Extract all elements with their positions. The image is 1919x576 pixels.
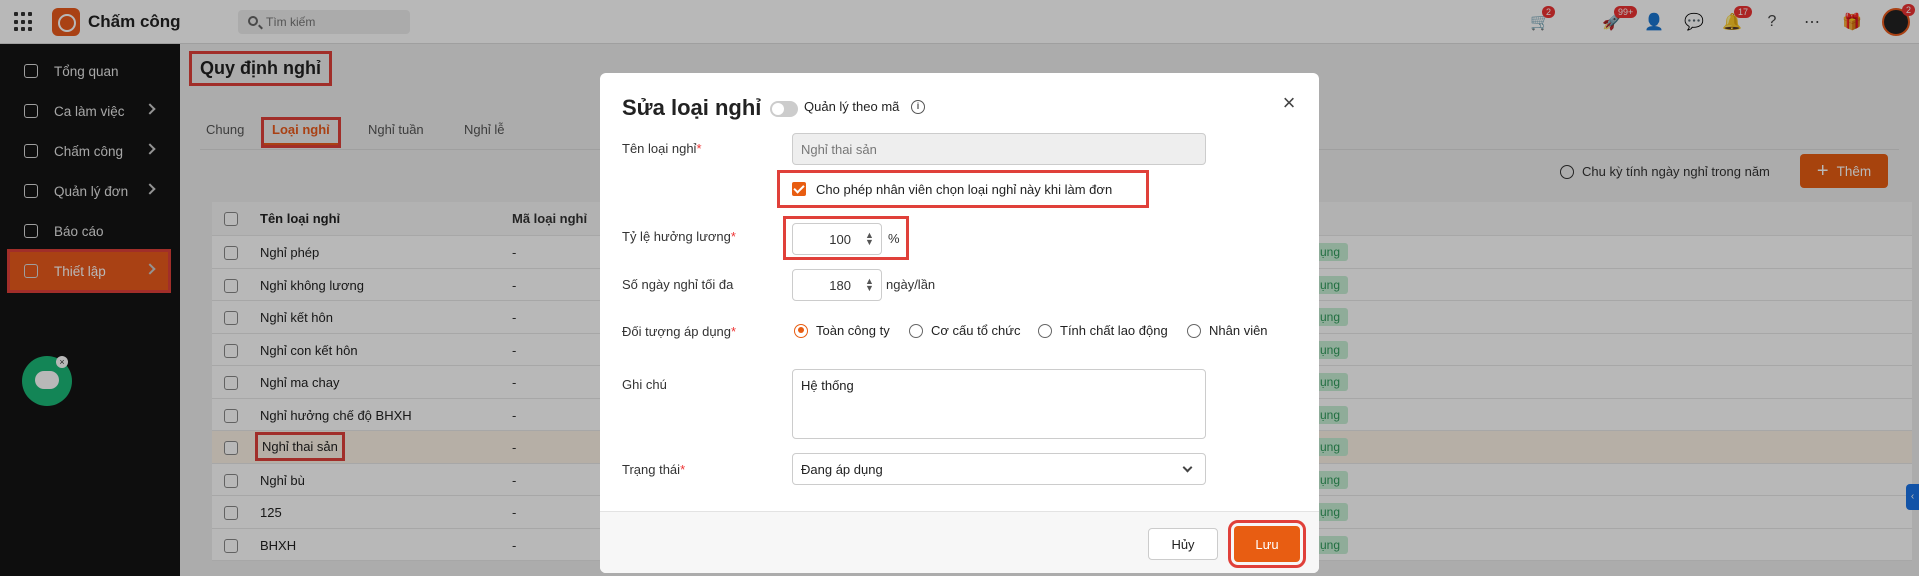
allow-employee-checkbox[interactable]: Cho phép nhân viên chọn loại nghỉ này kh… (777, 170, 1149, 208)
name-field-label: Tên loại nghỉ* (622, 141, 702, 156)
rate-unit: % (888, 231, 900, 246)
manage-by-code-toggle[interactable] (770, 101, 798, 117)
note-textarea[interactable]: Hệ thống (792, 369, 1206, 439)
checkbox-checked-icon (792, 182, 806, 196)
allow-employee-label: Cho phép nhân viên chọn loại nghỉ này kh… (816, 181, 1113, 197)
radio-icon (794, 323, 808, 338)
save-button[interactable]: Lưu (1228, 520, 1306, 568)
edit-leave-type-modal: Sửa loại nghỉ Quản lý theo mã i × Tên lo… (600, 73, 1319, 573)
stepper-arrows-icon[interactable]: ▲ ▼ (865, 277, 874, 293)
radio-label: Nhân viên (1209, 323, 1268, 338)
toggle-label: Quản lý theo mã (804, 99, 900, 114)
modal-footer: Hủy Lưu (600, 511, 1319, 573)
stepper-arrows-icon[interactable]: ▲ ▼ (865, 231, 874, 247)
target-radio-labor[interactable]: Tính chất lao động (1038, 323, 1168, 338)
rate-field-label: Tỷ lệ hưởng lương* (622, 229, 736, 244)
note-field-label: Ghi chú (622, 377, 667, 392)
radio-label: Cơ cấu tổ chức (931, 323, 1021, 338)
target-radio-org[interactable]: Cơ cấu tổ chức (909, 323, 1020, 338)
target-field-label: Đối tượng áp dụng* (622, 324, 737, 339)
radio-icon (909, 323, 923, 338)
maxdays-field-label: Số ngày nghỉ tối đa (622, 277, 734, 292)
status-field-label: Trạng thái* (622, 462, 686, 477)
cancel-button[interactable]: Hủy (1148, 528, 1218, 560)
rate-value: 100 (829, 231, 851, 247)
modal-title: Sửa loại nghỉ (622, 95, 762, 120)
radio-label: Tính chất lao động (1060, 323, 1168, 338)
target-radio-company[interactable]: Toàn công ty (794, 323, 890, 338)
maxdays-unit: ngày/lần (886, 277, 936, 292)
maxdays-value: 180 (829, 277, 851, 293)
maxdays-stepper[interactable]: 180 ▲ ▼ (792, 269, 882, 301)
status-value: Đang áp dụng (801, 461, 883, 477)
rate-stepper[interactable]: 100 ▲ ▼ (792, 223, 882, 255)
name-field[interactable]: Nghỉ thai sản (792, 133, 1206, 165)
status-select[interactable]: Đang áp dụng (792, 453, 1206, 485)
chevron-down-icon (1182, 462, 1193, 473)
radio-icon (1187, 323, 1201, 338)
radio-icon (1038, 323, 1052, 338)
target-radio-employee[interactable]: Nhân viên (1187, 323, 1268, 338)
info-icon[interactable]: i (911, 100, 925, 114)
close-icon[interactable]: × (1277, 91, 1301, 115)
radio-label: Toàn công ty (816, 323, 890, 338)
